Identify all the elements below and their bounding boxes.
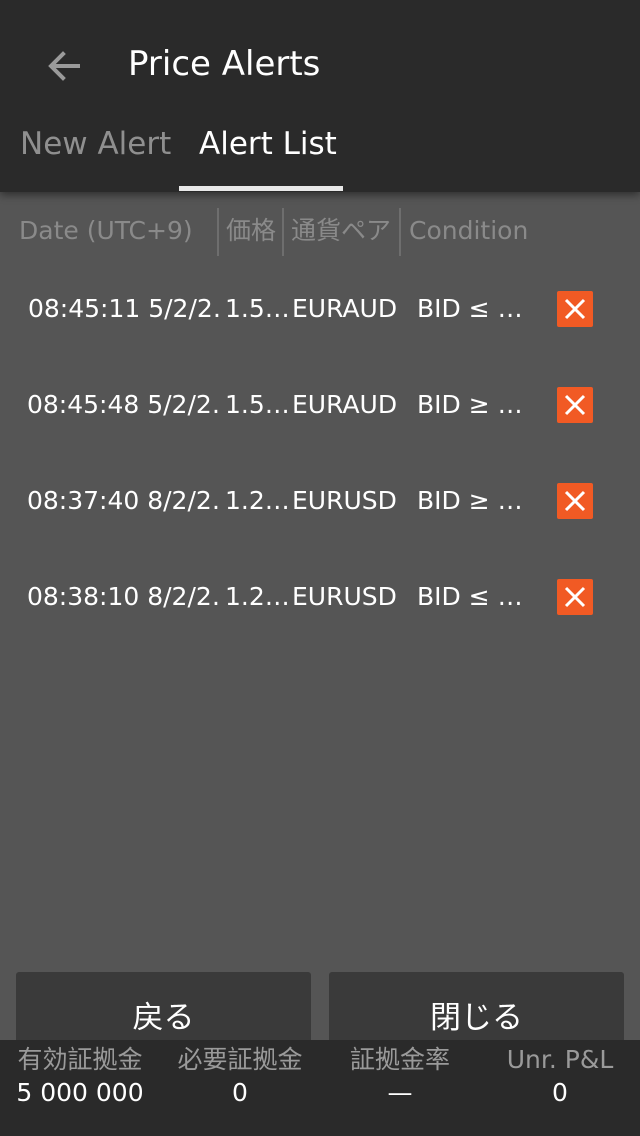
cell-condition: BID ≤ … — [417, 582, 523, 611]
cell-pair: EURUSD — [292, 582, 397, 611]
close-icon — [564, 586, 586, 608]
cell-condition: BID ≥ … — [417, 486, 523, 515]
summary-equity: 有効証拠金 5 000 000 — [0, 1040, 160, 1106]
arrow-left-icon — [48, 51, 80, 81]
column-divider[interactable] — [282, 208, 284, 256]
column-header-price[interactable]: 価格 — [226, 206, 282, 256]
summary-value: 0 — [232, 1078, 248, 1107]
summary-margin-ratio: 証拠金率 — — [320, 1040, 480, 1106]
table-row[interactable]: 08:37:40 8/2/2… 1.2… EURUSD BID ≥ … — [0, 471, 640, 531]
summary-value: 0 — [552, 1078, 568, 1107]
summary-label: Unr. P&L — [506, 1045, 614, 1074]
cell-price: 1.5… — [225, 390, 289, 419]
back-button[interactable] — [40, 44, 88, 88]
delete-alert-button[interactable] — [557, 579, 593, 615]
cell-pair: EURAUD — [292, 390, 398, 419]
cell-price: 1.2… — [225, 582, 289, 611]
delete-alert-button[interactable] — [557, 291, 593, 327]
cell-date: 08:45:48 5/2/2… — [27, 390, 220, 419]
column-header-pair[interactable]: 通貨ペア — [291, 206, 399, 256]
app-bar: Price Alerts New Alert Alert List — [0, 0, 640, 192]
summary-value: — — [387, 1078, 413, 1107]
tab-new-alert[interactable]: New Alert — [20, 122, 171, 166]
cell-condition: BID ≥ … — [417, 390, 523, 419]
close-icon — [564, 298, 586, 320]
summary-label: 証拠金率 — [349, 1045, 450, 1074]
cell-price: 1.2… — [225, 486, 289, 515]
delete-alert-button[interactable] — [557, 483, 593, 519]
column-header-date[interactable]: Date (UTC+9) — [19, 206, 214, 256]
table-header: Date (UTC+9) 価格 通貨ペア Condition — [0, 206, 640, 258]
table-row[interactable]: 08:38:10 8/2/2… 1.2… EURUSD BID ≤ … — [0, 567, 640, 627]
summary-required-margin: 必要証拠金 0 — [160, 1040, 320, 1106]
tab-alert-list[interactable]: Alert List — [199, 122, 337, 166]
summary-unrealized-pl: Unr. P&L 0 — [480, 1040, 640, 1106]
cell-date: 08:45:11 5/2/2… — [28, 294, 220, 323]
summary-label: 有効証拠金 — [17, 1045, 143, 1074]
account-summary-bar: 有効証拠金 5 000 000 必要証拠金 0 証拠金率 — Unr. P&L … — [0, 1040, 640, 1136]
cell-pair: EURAUD — [292, 294, 398, 323]
cell-pair: EURUSD — [292, 486, 397, 515]
cell-condition: BID ≤ … — [417, 294, 523, 323]
summary-label: 必要証拠金 — [177, 1045, 303, 1074]
cell-date: 08:38:10 8/2/2… — [27, 582, 220, 611]
table-row[interactable]: 08:45:11 5/2/2… 1.5… EURAUD BID ≤ … — [0, 279, 640, 339]
column-divider[interactable] — [399, 208, 401, 256]
active-tab-indicator — [179, 186, 343, 191]
cell-date: 08:37:40 8/2/2… — [27, 486, 220, 515]
summary-value: 5 000 000 — [16, 1078, 144, 1107]
cell-price: 1.5… — [225, 294, 289, 323]
close-icon — [564, 490, 586, 512]
column-header-condition[interactable]: Condition — [409, 206, 549, 256]
page-title: Price Alerts — [128, 44, 321, 84]
delete-alert-button[interactable] — [557, 387, 593, 423]
column-divider[interactable] — [217, 208, 219, 256]
close-icon — [564, 394, 586, 416]
table-row[interactable]: 08:45:48 5/2/2… 1.5… EURAUD BID ≥ … — [0, 375, 640, 435]
